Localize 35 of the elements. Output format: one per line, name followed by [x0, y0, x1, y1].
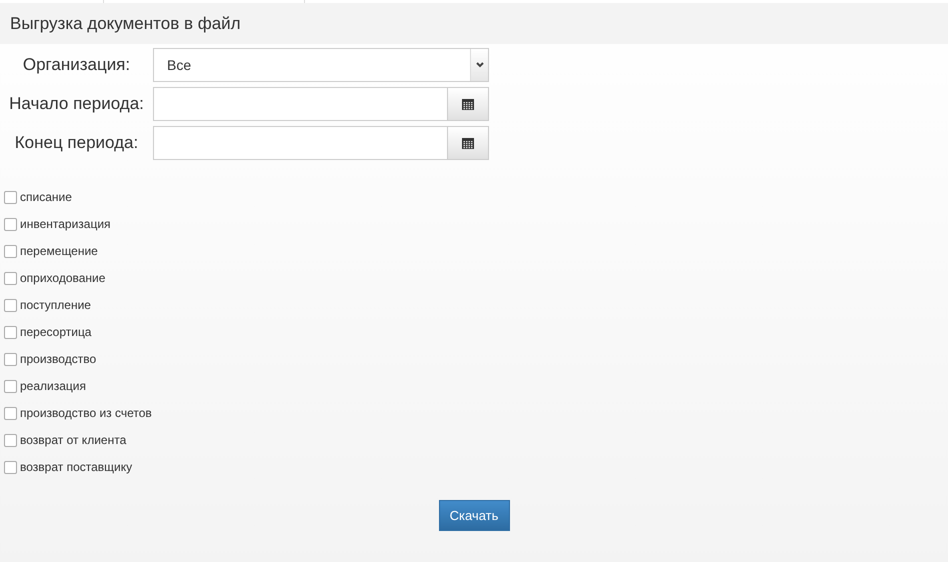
- checkbox[interactable]: [4, 218, 17, 230]
- checkbox-label: производство из счетов: [20, 406, 152, 420]
- field-label: Конец периода:: [14, 133, 140, 153]
- checkbox[interactable]: [4, 380, 17, 392]
- calendar-button[interactable]: [447, 126, 489, 160]
- checkbox[interactable]: [4, 460, 17, 474]
- calendar-icon: [462, 137, 474, 149]
- field-label: Начало периода:: [8, 94, 145, 114]
- checkbox[interactable]: [4, 352, 17, 366]
- checkbox[interactable]: [4, 190, 17, 204]
- date-field[interactable]: [153, 126, 447, 160]
- checkbox[interactable]: [4, 434, 17, 446]
- checkbox-label: производство: [20, 352, 96, 366]
- checkbox[interactable]: [4, 326, 17, 338]
- chevron-down-icon: [476, 62, 484, 68]
- checkbox-label: реализация: [20, 379, 86, 393]
- checkbox-label: пересортица: [20, 325, 92, 339]
- checkbox[interactable]: [4, 298, 17, 312]
- checkbox[interactable]: [4, 272, 17, 284]
- calendar-button[interactable]: [447, 87, 489, 121]
- checkbox-label: списание: [20, 190, 72, 204]
- checkbox-label: возврат поставщику: [20, 460, 132, 474]
- checkbox-label: перемещение: [20, 244, 98, 258]
- checkbox-label: поступление: [20, 298, 91, 312]
- checkbox-label: возврат от клиента: [20, 433, 126, 447]
- date-field[interactable]: [153, 87, 447, 121]
- checkbox-label: инвентаризация: [20, 217, 111, 231]
- checkbox-label: оприходование: [20, 271, 106, 285]
- page-title: Выгрузка документов в файл: [10, 14, 241, 34]
- download-button[interactable]: Скачать: [438, 500, 510, 531]
- checkbox[interactable]: [4, 244, 17, 258]
- field-label: Организация:: [22, 55, 132, 75]
- organization-select[interactable]: Все: [153, 48, 489, 82]
- checkbox[interactable]: [4, 406, 17, 420]
- calendar-icon: [462, 98, 474, 110]
